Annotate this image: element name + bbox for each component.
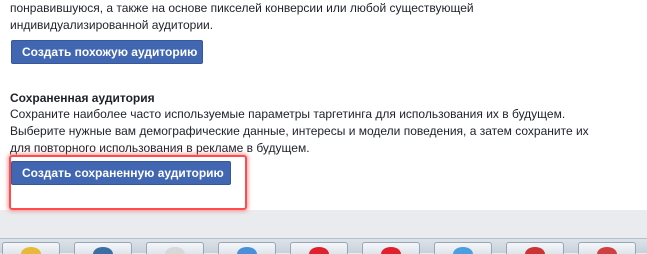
taskbar-button[interactable] [434,242,492,254]
taskbar-button[interactable] [146,242,204,254]
create-saved-audience-button[interactable]: Создать сохраненную аудиторию [11,161,231,185]
taskbar-button[interactable] [578,242,636,254]
taskbar-button[interactable] [74,242,132,254]
taskbar [0,238,647,254]
create-lookalike-audience-button[interactable]: Создать похожую аудиторию [11,40,203,64]
audience-panel: понравившуюся, а также на основе пикселе… [0,0,647,210]
taskbar-button[interactable] [2,242,60,254]
taskbar-button[interactable] [290,242,348,254]
lookalike-description: понравившуюся, а также на основе пикселе… [10,1,474,32]
saved-audience-title: Сохраненная аудитория [10,91,155,105]
taskbar-button[interactable] [506,242,564,254]
saved-audience-description: Сохраните наиболее часто используемые па… [10,107,589,155]
taskbar-button[interactable] [362,242,420,254]
taskbar-button[interactable] [218,242,276,254]
